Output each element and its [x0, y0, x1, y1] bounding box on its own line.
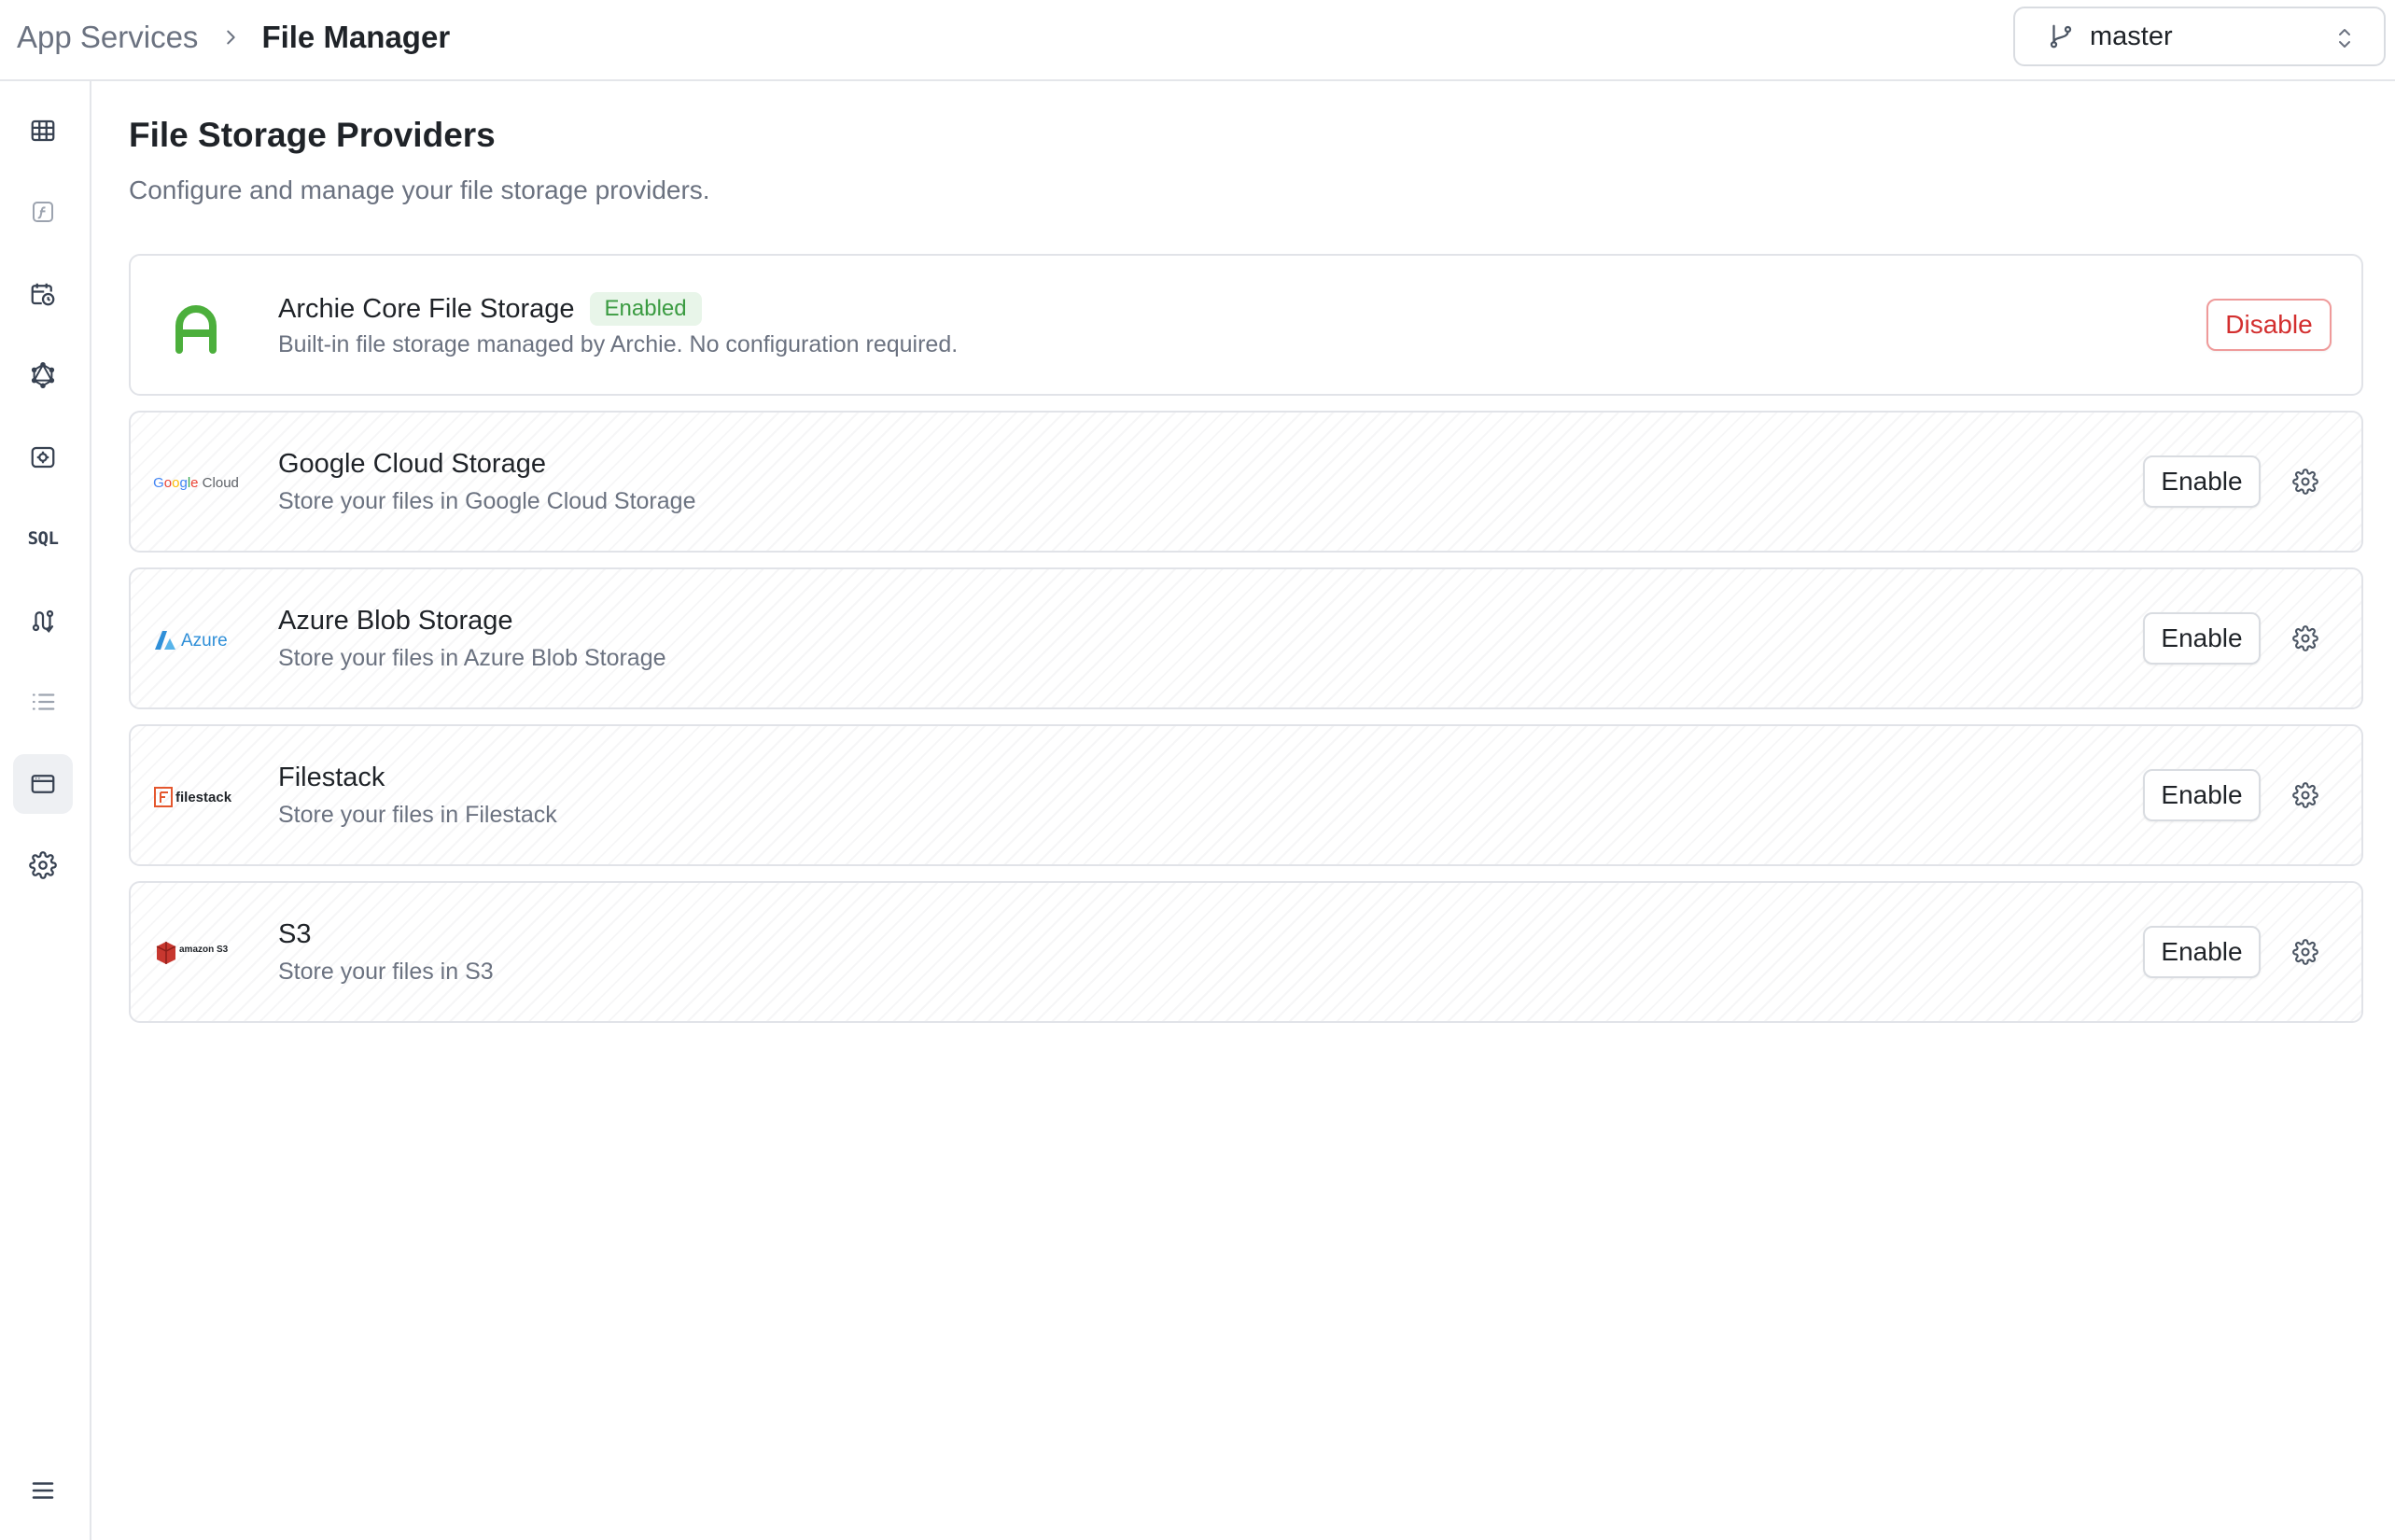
provider-name: Archie Core File Storage	[278, 293, 575, 324]
sidebar-item-logs[interactable]	[13, 672, 73, 732]
s3-logo-text: amazon S3	[179, 945, 229, 955]
amazon-s3-logo: amazon S3	[153, 911, 239, 995]
provider-card-filestack: filestack Filestack Store your files in …	[129, 724, 2363, 866]
enable-button[interactable]: Enable	[2143, 769, 2261, 821]
chevron-right-icon	[220, 27, 241, 48]
function-icon	[33, 202, 53, 222]
sidebar-item-functions[interactable]	[13, 182, 73, 242]
provider-card-google-cloud: Google Cloud Google Cloud Storage Store …	[129, 411, 2363, 553]
provider-description: Built-in file storage managed by Archie.…	[278, 331, 959, 357]
status-badge: Enabled	[589, 292, 702, 326]
webhook-icon	[31, 446, 55, 469]
branch-selector[interactable]: master	[2013, 7, 2386, 66]
menu-icon	[32, 1482, 54, 1499]
provider-name: Azure Blob Storage	[278, 606, 513, 636]
sql-icon: SQL	[27, 528, 59, 549]
disable-button[interactable]: Disable	[2206, 299, 2332, 351]
enable-button[interactable]: Enable	[2143, 612, 2261, 665]
filestack-logo: filestack	[153, 754, 239, 838]
sidebar-item-graphql[interactable]	[13, 345, 73, 405]
workflow-icon	[32, 609, 54, 633]
provider-name: Filestack	[278, 763, 385, 792]
breadcrumb-current-page: File Manager	[261, 20, 451, 54]
provider-card-archie: Archie Core File Storage Enabled Built-i…	[129, 254, 2363, 396]
top-bar: App Services File Manager master	[0, 0, 2395, 81]
azure-logo: Azure	[153, 597, 239, 681]
provider-description: Store your files in Google Cloud Storage	[278, 488, 696, 514]
enable-button[interactable]: Enable	[2143, 926, 2261, 978]
configure-gear-icon[interactable]	[2292, 625, 2318, 651]
google-cloud-logo: Google Cloud	[153, 474, 239, 491]
provider-description: Store your files in Filestack	[278, 802, 557, 828]
breadcrumb: App Services File Manager	[17, 17, 450, 58]
page-title: File Storage Providers	[129, 116, 496, 154]
configure-gear-icon[interactable]	[2292, 782, 2318, 808]
provider-description: Store your files in S3	[278, 959, 494, 985]
configure-gear-icon[interactable]	[2292, 469, 2318, 495]
table-icon	[31, 119, 55, 142]
sidebar: SQL	[0, 81, 91, 1540]
filestack-logo-text: filestack	[175, 790, 232, 805]
sidebar-item-file-manager[interactable]	[13, 754, 73, 814]
sidebar-item-webhooks[interactable]	[13, 427, 73, 487]
sidebar-item-workflows[interactable]	[13, 591, 73, 651]
sidebar-item-tables[interactable]	[13, 101, 73, 161]
schedule-icon	[31, 283, 55, 306]
provider-card-s3: amazon S3 S3 Store your files in S3 Enab…	[129, 881, 2363, 1023]
sidebar-collapse-menu[interactable]	[13, 1461, 73, 1520]
chevron-up-down-icon	[2333, 25, 2356, 51]
archie-logo	[153, 284, 239, 368]
sidebar-item-scheduled-tasks[interactable]	[13, 264, 73, 324]
settings-icon	[29, 851, 57, 879]
configure-gear-icon[interactable]	[2292, 939, 2318, 965]
sidebar-item-settings[interactable]	[13, 835, 73, 895]
provider-description: Store your files in Azure Blob Storage	[278, 645, 666, 671]
provider-card-azure: Azure Azure Blob Storage Store your file…	[129, 567, 2363, 709]
page-subtitle: Configure and manage your file storage p…	[129, 175, 710, 204]
branch-name: master	[2090, 21, 2173, 51]
git-branch-icon	[2047, 22, 2075, 50]
enable-button[interactable]: Enable	[2143, 455, 2261, 508]
list-icon	[32, 693, 55, 710]
breadcrumb-app-services[interactable]: App Services	[17, 20, 198, 55]
azure-logo-text: Azure	[181, 631, 228, 651]
sidebar-item-sql[interactable]: SQL	[13, 509, 73, 568]
graphql-icon	[31, 362, 55, 389]
provider-name: S3	[278, 919, 312, 949]
file-manager-icon	[31, 775, 55, 793]
provider-name: Google Cloud Storage	[278, 449, 546, 479]
